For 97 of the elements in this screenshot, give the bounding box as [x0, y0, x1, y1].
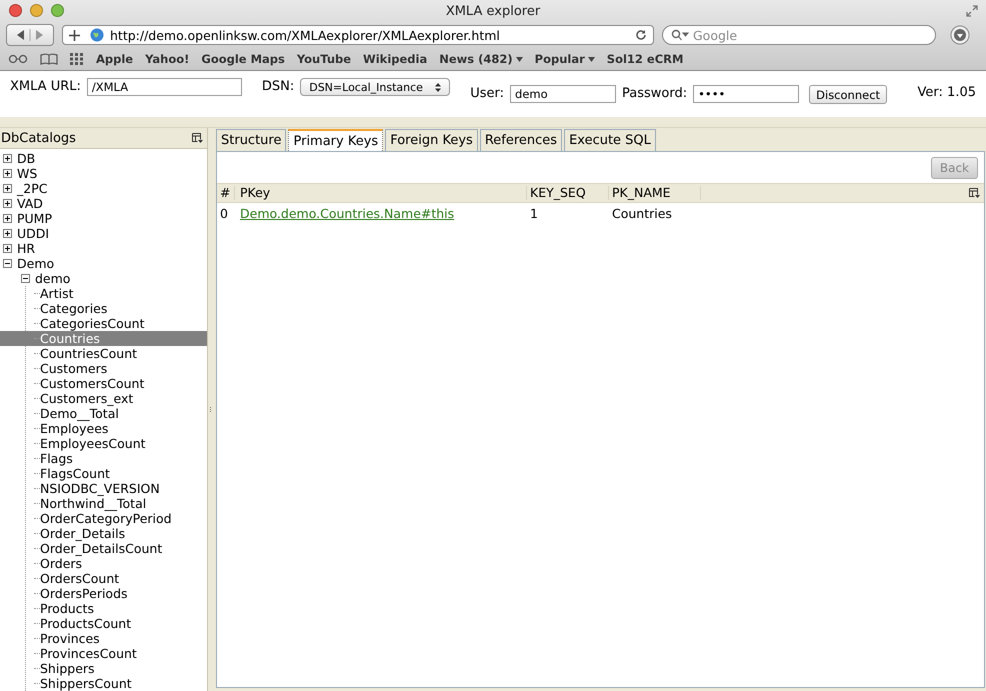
minimize-button[interactable] — [30, 4, 43, 17]
tree-item[interactable]: Northwind__Total — [0, 496, 207, 511]
version-text: Ver: 1.05 — [918, 85, 976, 100]
tab[interactable]: Execute SQL — [564, 129, 656, 151]
collapse-icon[interactable] — [3, 259, 12, 268]
tree-item[interactable]: FlagsCount — [0, 466, 207, 481]
download-icon[interactable] — [950, 25, 970, 45]
bookmark-link[interactable]: News (482) — [439, 52, 523, 66]
tree-item[interactable]: ProductsCount — [0, 616, 207, 631]
book-icon[interactable] — [40, 53, 58, 65]
search-field[interactable]: Google — [662, 25, 936, 45]
tree-item[interactable]: EmployeesCount — [0, 436, 207, 451]
tree-item[interactable]: Demo__Total — [0, 406, 207, 421]
dsn-dropdown[interactable]: DSN=Local_Instance — [300, 78, 450, 96]
tree-item[interactable]: Flags — [0, 451, 207, 466]
tree-item[interactable]: Customers_ext — [0, 391, 207, 406]
window-title: XMLA explorer — [446, 4, 540, 18]
tree-item[interactable]: Orders — [0, 556, 207, 571]
collapse-icon[interactable] — [21, 274, 30, 283]
column-header[interactable]: # — [217, 186, 235, 200]
user-field[interactable]: demo — [510, 85, 616, 103]
tree-item[interactable]: Provinces — [0, 631, 207, 646]
tree-item[interactable]: OrdersCount — [0, 571, 207, 586]
tree-item[interactable]: demo — [35, 271, 70, 286]
tree-item[interactable]: Employees — [0, 421, 207, 436]
table-cell-text: 0 — [219, 206, 229, 220]
table-cell-text: Countries — [611, 206, 673, 220]
tab[interactable]: References — [480, 129, 562, 151]
tree-item[interactable]: DB — [17, 151, 36, 166]
expand-icon[interactable] — [3, 199, 12, 208]
column-header[interactable]: KEY_SEQ — [527, 186, 609, 200]
tab[interactable]: Foreign Keys — [385, 129, 478, 151]
tree-item[interactable]: Order_Details — [0, 526, 207, 541]
panel-menu-icon[interactable] — [192, 133, 203, 143]
expand-icon[interactable] — [3, 214, 12, 223]
tree-item[interactable]: Categories — [0, 301, 207, 316]
xmla-url-label: XMLA URL: — [10, 78, 81, 96]
tree-item[interactable]: CategoriesCount — [0, 316, 207, 331]
fullscreen-icon[interactable] — [966, 5, 978, 17]
bookmark-link[interactable]: Yahoo! — [145, 52, 190, 66]
tree-item[interactable]: OrdersPeriods — [0, 586, 207, 601]
pkey-link[interactable]: Demo.demo.Countries.Name#this — [240, 206, 454, 220]
tree-item[interactable]: UDDI — [17, 226, 50, 241]
tree-item[interactable]: Countries — [0, 331, 207, 346]
tree-item[interactable]: ShippersCount — [0, 676, 207, 691]
dsn-label: DSN: — [262, 78, 294, 96]
tree-item[interactable]: CustomersCount — [0, 376, 207, 391]
tree-item[interactable]: WS — [17, 166, 38, 181]
bookmark-link[interactable]: Wikipedia — [363, 52, 428, 66]
tab[interactable]: Primary Keys — [288, 129, 384, 151]
tree-item[interactable]: Order_DetailsCount — [0, 541, 207, 556]
user-label: User: — [470, 85, 504, 103]
panel-title: DbCatalogs — [1, 130, 76, 146]
expand-icon[interactable] — [3, 229, 12, 238]
expand-icon[interactable] — [3, 169, 12, 178]
tree-item[interactable]: Demo — [17, 256, 54, 271]
grid-icon[interactable] — [70, 53, 84, 65]
tree-item[interactable]: OrderCategoryPeriod — [0, 511, 207, 526]
expand-icon[interactable] — [3, 184, 12, 193]
xmla-url-field[interactable]: /XMLA — [86, 78, 242, 96]
zoom-button[interactable] — [51, 4, 64, 17]
globe-icon — [90, 28, 104, 42]
bookmark-link[interactable]: Apple — [96, 52, 134, 66]
bookmark-link[interactable]: Sol12 eCRM — [606, 52, 684, 66]
caret-icon[interactable] — [516, 56, 523, 62]
tree-item[interactable]: CountriesCount — [0, 346, 207, 361]
add-tab-icon[interactable] — [69, 30, 80, 40]
tab[interactable]: Structure — [216, 129, 286, 151]
search-icon[interactable] — [671, 29, 689, 41]
column-header[interactable]: PKey — [235, 186, 527, 200]
reading-list-icon[interactable] — [8, 54, 28, 64]
tree-item[interactable]: ProvincesCount — [0, 646, 207, 661]
expand-icon[interactable] — [3, 244, 12, 253]
password-label: Password: — [622, 85, 688, 103]
column-menu-icon[interactable] — [969, 188, 980, 198]
tree-item[interactable]: HR — [17, 241, 36, 256]
caret-icon[interactable] — [588, 56, 595, 62]
bookmark-link[interactable]: Popular — [534, 52, 595, 66]
back-forward-buttons[interactable] — [6, 24, 54, 46]
tree-item[interactable]: PUMP — [17, 211, 52, 226]
bookmark-link[interactable]: YouTube — [296, 52, 352, 66]
table-cell-text: 1 — [529, 206, 539, 220]
tree-item[interactable]: Products — [0, 601, 207, 616]
column-header[interactable]: PK_NAME — [609, 186, 701, 200]
tree-item[interactable]: Artist — [0, 286, 207, 301]
expand-icon[interactable] — [3, 154, 12, 163]
tree-item[interactable]: NSIODBC_VERSION — [0, 481, 207, 496]
close-button[interactable] — [9, 4, 22, 17]
tree-item[interactable]: Customers — [0, 361, 207, 376]
tree-item[interactable]: Shippers — [0, 661, 207, 676]
reload-icon[interactable] — [635, 29, 647, 41]
tree-item[interactable]: _2PC — [17, 181, 48, 196]
password-field[interactable]: •••• — [693, 85, 800, 103]
bookmark-link[interactable]: Google Maps — [201, 52, 285, 66]
stepper-arrows-icon — [435, 82, 442, 92]
tree-item[interactable]: VAD — [17, 196, 43, 211]
disconnect-button[interactable]: Disconnect — [809, 85, 888, 104]
